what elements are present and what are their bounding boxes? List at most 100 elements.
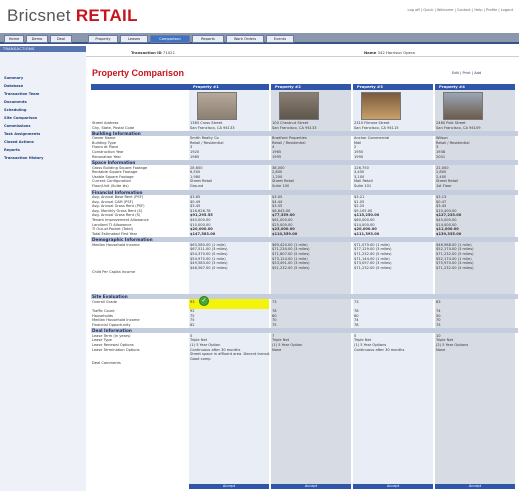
cell-value: 2001: [436, 154, 446, 159]
sidebar-item-scheduling[interactable]: Scheduling: [4, 108, 26, 113]
cell-value: $110,359.00: [272, 231, 298, 236]
row-label: Financial Opportunity: [92, 322, 131, 327]
cell-value: Suite 100: [272, 183, 290, 188]
city-state: San Francisco, CA 94109: [436, 125, 481, 130]
section-header: Space Information: [91, 160, 518, 166]
property-header: Property #2: [271, 84, 351, 90]
row-label: Overall Grade: [92, 299, 117, 304]
property-header: Property #3: [353, 84, 433, 90]
sidebar-item-team[interactable]: Transaction Team: [4, 92, 39, 97]
cell-value: 73: [354, 299, 359, 304]
tab-home[interactable]: Home: [4, 35, 24, 43]
cell-value: Retail / Residential: [272, 140, 306, 145]
page-title: Property Comparison: [92, 68, 185, 78]
label-header: [91, 84, 189, 90]
row-label: Deal Comments: [92, 361, 121, 366]
top-links[interactable]: Log off | Quick | Welcome | Contact | He…: [408, 8, 513, 12]
property-column: [353, 90, 433, 489]
main-tabs: Home Demo Deal Property Leases Compariso…: [0, 33, 519, 44]
section-title: Space Information: [92, 160, 136, 166]
transaction-name: Name 342 Harrison Opera: [364, 50, 415, 55]
row-label: Median Household Income: [92, 242, 140, 247]
property-column: [271, 90, 351, 489]
row-label: Floor/Unit (Suite #s): [92, 183, 129, 188]
section-title: Financial Information: [92, 189, 143, 195]
transaction-bar: Transaction ID 71021 Name 342 Harrison O…: [86, 49, 519, 57]
sidebar-item-summary[interactable]: Summary: [4, 76, 23, 81]
city-state: San Francisco, CA 94115: [354, 125, 399, 130]
property-photo: [361, 92, 401, 120]
section-header: Financial Information: [91, 189, 518, 195]
section-header: Building Information: [91, 130, 518, 136]
cell-value: $139,335.00: [436, 231, 462, 236]
comparison-table: Property #1 Property #2 Property #3 Propert…: [91, 84, 518, 489]
cell-value: $147,583.00: [190, 231, 216, 236]
tab-demo[interactable]: Demo: [26, 35, 48, 43]
accept-button[interactable]: Accept: [435, 484, 515, 489]
row-label: Child Per Capita Income: [92, 270, 136, 275]
row-label: Lease Termination Options: [92, 347, 140, 352]
sidebar-item-site-comparison[interactable]: Site Comparison: [4, 116, 37, 121]
sidebar-item-closed[interactable]: Closed Actions: [4, 140, 34, 145]
cell-value: 1st Floor: [436, 183, 452, 188]
sidebar: TRANSACTIONS Summary Database Transactio…: [0, 46, 86, 491]
cell-value: Suite 101: [354, 183, 372, 188]
transaction-id: Transaction ID 71021: [131, 50, 176, 55]
row-label: Total Estimated First Year: [92, 231, 138, 236]
top-bar: Bricsnet RETAIL Log off | Quick | Welcom…: [0, 0, 519, 33]
brand-logo[interactable]: Bricsnet RETAIL: [7, 6, 138, 26]
cell-value: 78: [354, 322, 359, 327]
sidebar-item-reports[interactable]: Reports: [4, 148, 20, 153]
tab-leases[interactable]: Leases: [120, 35, 148, 43]
check-icon: ✓: [199, 295, 209, 306]
tab-property[interactable]: Property: [88, 35, 118, 43]
property-column: [435, 90, 515, 489]
tab-comparison[interactable]: Comparison: [150, 35, 190, 43]
brand-name: Bricsnet: [7, 6, 71, 25]
cell-value: 75: [436, 322, 441, 327]
page-actions[interactable]: Edit | Print | Add: [452, 71, 481, 75]
main-content: Transaction ID 71021 Name 342 Harrison O…: [86, 46, 519, 491]
sidebar-item-database[interactable]: Database: [4, 84, 23, 89]
accept-button[interactable]: Accept: [271, 484, 351, 489]
row-label: City, State, Postal Code: [92, 125, 135, 130]
cell-value: 1990: [354, 154, 364, 159]
section-title: Demographic Information: [92, 237, 153, 243]
property-photo: [279, 92, 319, 120]
city-state: San Francisco, CA 94133: [190, 125, 235, 130]
sidebar-item-documents[interactable]: Documents: [4, 100, 27, 105]
sidebar-item-history[interactable]: Transaction History: [4, 156, 43, 161]
section-title: Site Evaluation: [92, 294, 128, 300]
cell-value: None: [272, 347, 282, 352]
property-photo: [197, 92, 237, 120]
section-header: Deal Information: [91, 328, 518, 334]
tab-deal[interactable]: Deal: [50, 35, 72, 43]
sidebar-item-commissions[interactable]: Commissions: [4, 124, 31, 129]
tab-work-orders[interactable]: Work Orders: [226, 35, 264, 43]
cell-value: 1985: [190, 154, 200, 159]
sidebar-item-tasks[interactable]: Task Assignments: [4, 132, 40, 137]
property-column: [189, 90, 269, 489]
cell-value: $111,393.00: [354, 231, 380, 236]
cell-value: Retail / Residential: [190, 140, 224, 145]
accept-button[interactable]: Accept: [189, 484, 269, 489]
cell-value: None: [436, 347, 446, 352]
accept-button[interactable]: Accept: [353, 484, 433, 489]
city-state: San Francisco, CA 94133: [272, 125, 317, 130]
cell-value: 63: [436, 299, 441, 304]
section-header: Demographic Information: [91, 237, 518, 243]
property-header: Property #4: [435, 84, 515, 90]
section-header: Site Evaluation: [91, 294, 518, 300]
cell-value: 75: [272, 322, 277, 327]
cell-value: $71,232.00 (5 miles): [436, 265, 474, 270]
cell-value: $46,567.00 (5 miles): [190, 265, 228, 270]
cell-value: 93: [190, 299, 195, 304]
cell-value: 82: [190, 322, 195, 327]
cell-value: Continuous after 30 months: [354, 347, 405, 352]
section-title: Building Information: [92, 130, 141, 136]
tab-reports[interactable]: Reports: [192, 35, 224, 43]
cell-value: Retail / Residential: [436, 140, 470, 145]
tab-events[interactable]: Events: [266, 35, 294, 43]
cell-value: $71,232.00 (5 miles): [354, 265, 392, 270]
brand-suffix: RETAIL: [75, 6, 138, 25]
